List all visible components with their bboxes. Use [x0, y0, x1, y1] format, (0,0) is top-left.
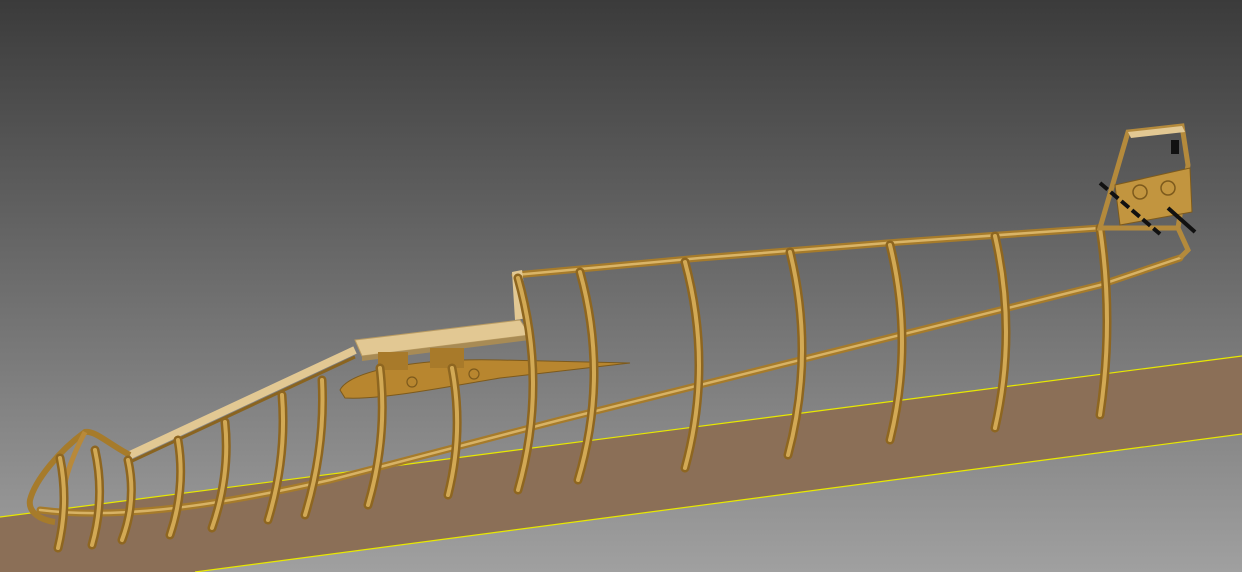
- 3d-viewport[interactable]: [0, 0, 1242, 572]
- wing-mount-rear: [430, 348, 464, 368]
- scene-canvas[interactable]: [0, 0, 1242, 572]
